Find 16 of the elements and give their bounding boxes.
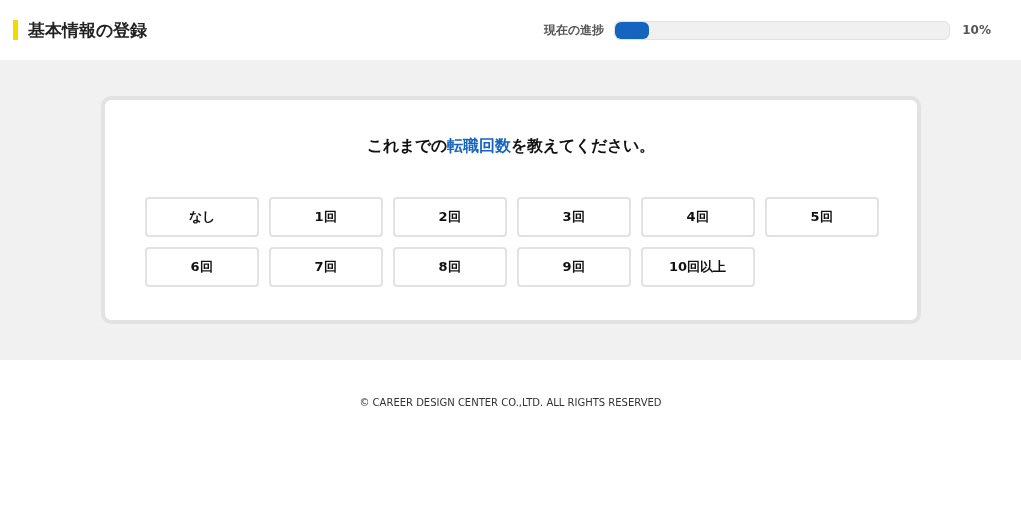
option-button[interactable]: 5回 [764,197,879,237]
option-button[interactable]: 1回 [268,197,383,237]
option-button[interactable]: 3回 [516,197,631,237]
copyright-text: © CAREER DESIGN CENTER CO.,LTD. ALL RIGHTS RESERVED [359,397,662,408]
option-button[interactable]: 2回 [392,197,507,237]
option-button[interactable]: 7回 [268,247,383,287]
question-text: これまでの転職回数を教えてください。 [365,136,656,157]
option-button[interactable]: なし [144,197,259,237]
option-button[interactable]: 6回 [144,247,259,287]
progress-percent: 10% [962,23,991,37]
option-button[interactable]: 4回 [640,197,755,237]
option-button[interactable]: 9回 [516,247,631,287]
option-button[interactable]: 10回以上 [640,247,755,287]
option-button[interactable]: 8回 [392,247,507,287]
progress-label: 現在の進捗 [544,21,605,39]
page-title: 基本情報の登録 [13,20,147,40]
